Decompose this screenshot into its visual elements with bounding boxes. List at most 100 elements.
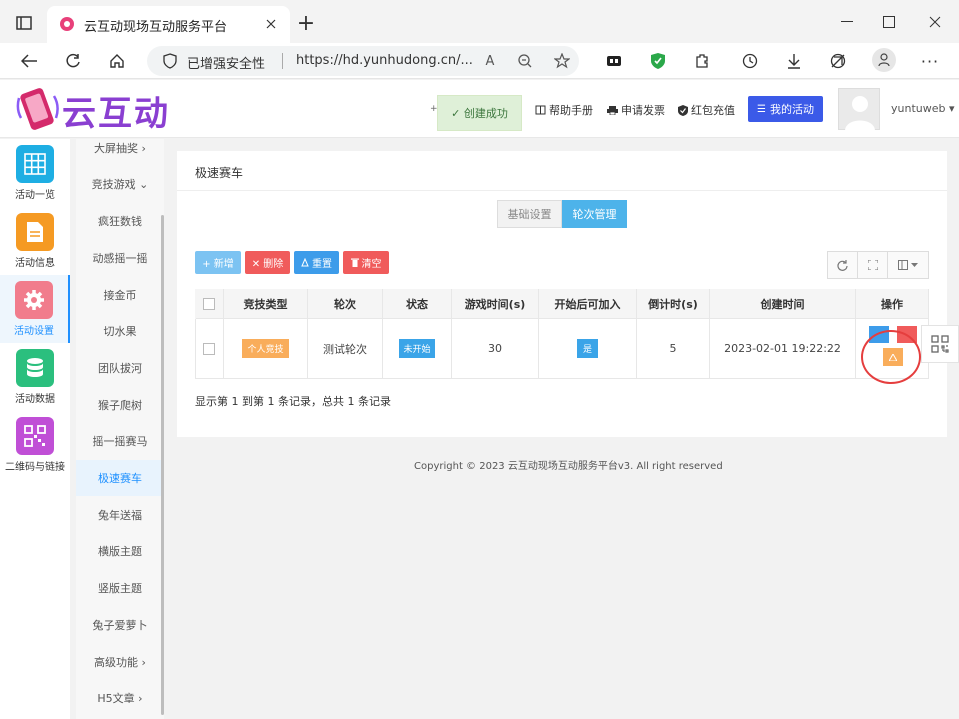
book-icon bbox=[535, 105, 546, 115]
floating-qrcode-button[interactable] bbox=[921, 325, 959, 363]
submenu-item[interactable]: 动感摇一摇 bbox=[76, 240, 164, 276]
back-icon[interactable] bbox=[18, 50, 40, 72]
table-header[interactable]: 倒计时(s) bbox=[637, 289, 710, 319]
reset-button[interactable]: 重置 bbox=[294, 251, 339, 274]
new-tab-button[interactable]: + bbox=[295, 11, 317, 36]
pagination-summary: 显示第 1 到第 1 条记录，总共 1 条记录 bbox=[195, 395, 391, 408]
select-all-checkbox[interactable] bbox=[203, 298, 215, 310]
row-select-cell bbox=[195, 319, 224, 378]
printer-icon bbox=[607, 106, 618, 115]
caret-down-icon bbox=[911, 263, 918, 267]
submenu-item[interactable]: 横版主题 bbox=[76, 533, 164, 569]
submenu-item[interactable]: 接金币 bbox=[76, 277, 164, 313]
adblock-shield-icon[interactable] bbox=[647, 50, 669, 72]
minimize-button[interactable] bbox=[837, 12, 857, 32]
submenu-item[interactable]: 大屏抽奖 › bbox=[76, 130, 164, 166]
select-all-header[interactable] bbox=[195, 289, 224, 319]
downloads-icon[interactable] bbox=[783, 50, 805, 72]
submenu-item-active[interactable]: 极速赛车 bbox=[76, 460, 164, 496]
sidebar-item-activity-data[interactable]: 活动数据 bbox=[0, 343, 70, 411]
tab-round-management[interactable]: 轮次管理 bbox=[562, 200, 627, 228]
joinable-cell: 是 bbox=[539, 319, 637, 378]
table-header[interactable]: 创建时间 bbox=[710, 289, 856, 319]
submenu-item[interactable]: 摇一摇赛马 bbox=[76, 423, 164, 459]
url-divider bbox=[282, 53, 283, 69]
submenu-scrollbar[interactable] bbox=[161, 215, 164, 715]
address-bar[interactable]: 已增强安全性 https://hd.yunhudong.cn/... A bbox=[147, 46, 579, 76]
close-window-button[interactable] bbox=[925, 12, 945, 32]
favorite-star-icon[interactable] bbox=[553, 52, 571, 70]
sidebar-item-activity-list[interactable]: 活动一览 bbox=[0, 139, 70, 207]
recharge-link[interactable]: 红包充值 bbox=[678, 102, 735, 118]
submenu-item[interactable]: 竖版主题 bbox=[76, 570, 164, 606]
delete-button[interactable]: ✕ 删除 bbox=[245, 251, 290, 274]
tab-actions-icon[interactable] bbox=[14, 14, 34, 32]
sidebar-item-label: 活动信息 bbox=[15, 258, 55, 269]
username-dropdown[interactable]: yuntuweb ▾ bbox=[891, 102, 955, 115]
refresh-table-button[interactable] bbox=[827, 251, 858, 279]
submenu-item[interactable]: 疯狂数钱 bbox=[76, 203, 164, 239]
submenu-item[interactable]: 兔子爱萝卜 bbox=[76, 607, 164, 643]
submenu-item[interactable]: 团队拔河 bbox=[76, 350, 164, 386]
qrcode-icon bbox=[16, 417, 54, 455]
sidebar-item-qrcode-links[interactable]: 二维码与链接 bbox=[0, 411, 70, 479]
extension-icon[interactable] bbox=[603, 50, 625, 72]
more-menu-icon[interactable]: ··· bbox=[919, 50, 941, 72]
submenu-item[interactable]: 兔年送福 bbox=[76, 497, 164, 533]
help-label: 帮助手册 bbox=[549, 104, 593, 117]
title-divider bbox=[177, 190, 947, 191]
submenu-item[interactable]: 竞技游戏 ⌄ bbox=[76, 166, 164, 202]
sub-menu: 大屏抽奖 › 竞技游戏 ⌄ 疯狂数钱 动感摇一摇 接金币 切水果 团队拔河 猴子… bbox=[76, 139, 164, 719]
zoom-icon[interactable] bbox=[516, 52, 534, 70]
profile-icon[interactable] bbox=[872, 48, 896, 72]
table-header[interactable]: 开始后可加入 bbox=[539, 289, 637, 319]
my-activity-button[interactable]: ☰ 我的活动 bbox=[748, 96, 823, 122]
table-header[interactable]: 游戏时间(s) bbox=[452, 289, 539, 319]
columns-toggle-button[interactable] bbox=[887, 251, 929, 279]
submenu-item[interactable]: 高级功能 › bbox=[76, 644, 164, 680]
read-aloud-icon[interactable]: A bbox=[481, 52, 499, 70]
row-checkbox[interactable] bbox=[203, 342, 215, 355]
sidebar-item-label: 活动一览 bbox=[15, 190, 55, 201]
status-badge: 未开始 bbox=[399, 339, 435, 358]
page-title: 极速赛车 bbox=[195, 166, 244, 180]
submenu-item[interactable]: H5文章 › bbox=[76, 680, 164, 716]
shield-check-icon bbox=[678, 104, 688, 116]
my-activity-label: 我的活动 bbox=[769, 103, 814, 116]
invoice-label: 申请发票 bbox=[621, 104, 665, 117]
url-text[interactable]: https://hd.yunhudong.cn/... bbox=[296, 53, 473, 68]
performance-icon[interactable] bbox=[827, 50, 849, 72]
sidebar-item-activity-settings[interactable]: 活动设置 bbox=[0, 275, 70, 343]
clear-button[interactable]: 清空 bbox=[343, 251, 389, 274]
site-favicon-icon bbox=[59, 16, 75, 32]
add-button[interactable]: + 新增 bbox=[195, 251, 241, 274]
shield-lock-icon bbox=[161, 52, 179, 70]
invoice-link[interactable]: 申请发票 bbox=[607, 102, 665, 118]
table-header[interactable]: 竞技类型 bbox=[224, 289, 308, 319]
home-icon[interactable] bbox=[106, 50, 128, 72]
avatar[interactable] bbox=[838, 88, 880, 131]
maximize-button[interactable] bbox=[879, 12, 899, 32]
row-divider bbox=[196, 318, 928, 319]
refresh-icon[interactable] bbox=[62, 50, 84, 72]
tab-basic-settings[interactable]: 基础设置 bbox=[497, 200, 562, 228]
extensions-puzzle-icon[interactable] bbox=[691, 50, 713, 72]
table-header[interactable]: 轮次 bbox=[308, 289, 383, 319]
trash-icon bbox=[350, 258, 359, 267]
history-icon[interactable] bbox=[739, 50, 761, 72]
sidebar-item-activity-info[interactable]: 活动信息 bbox=[0, 207, 70, 275]
browser-tab[interactable]: 云互动现场互动服务平台 bbox=[47, 6, 290, 43]
gear-icon bbox=[15, 281, 53, 319]
fullscreen-button[interactable] bbox=[857, 251, 888, 279]
submenu-item[interactable]: 猴子爬树 bbox=[76, 387, 164, 423]
table-header: 操作 bbox=[856, 289, 928, 319]
close-tab-icon[interactable] bbox=[263, 16, 279, 32]
logo-phone-icon bbox=[16, 84, 59, 134]
submenu-item[interactable]: 切水果 bbox=[76, 313, 164, 349]
help-link[interactable]: 帮助手册 bbox=[535, 102, 593, 118]
sidebar-item-label: 活动设置 bbox=[14, 326, 54, 337]
type-cell: 个人竞技 bbox=[224, 319, 308, 378]
fullscreen-icon bbox=[867, 260, 878, 270]
columns-icon bbox=[898, 260, 908, 270]
table-header[interactable]: 状态 bbox=[383, 289, 452, 319]
